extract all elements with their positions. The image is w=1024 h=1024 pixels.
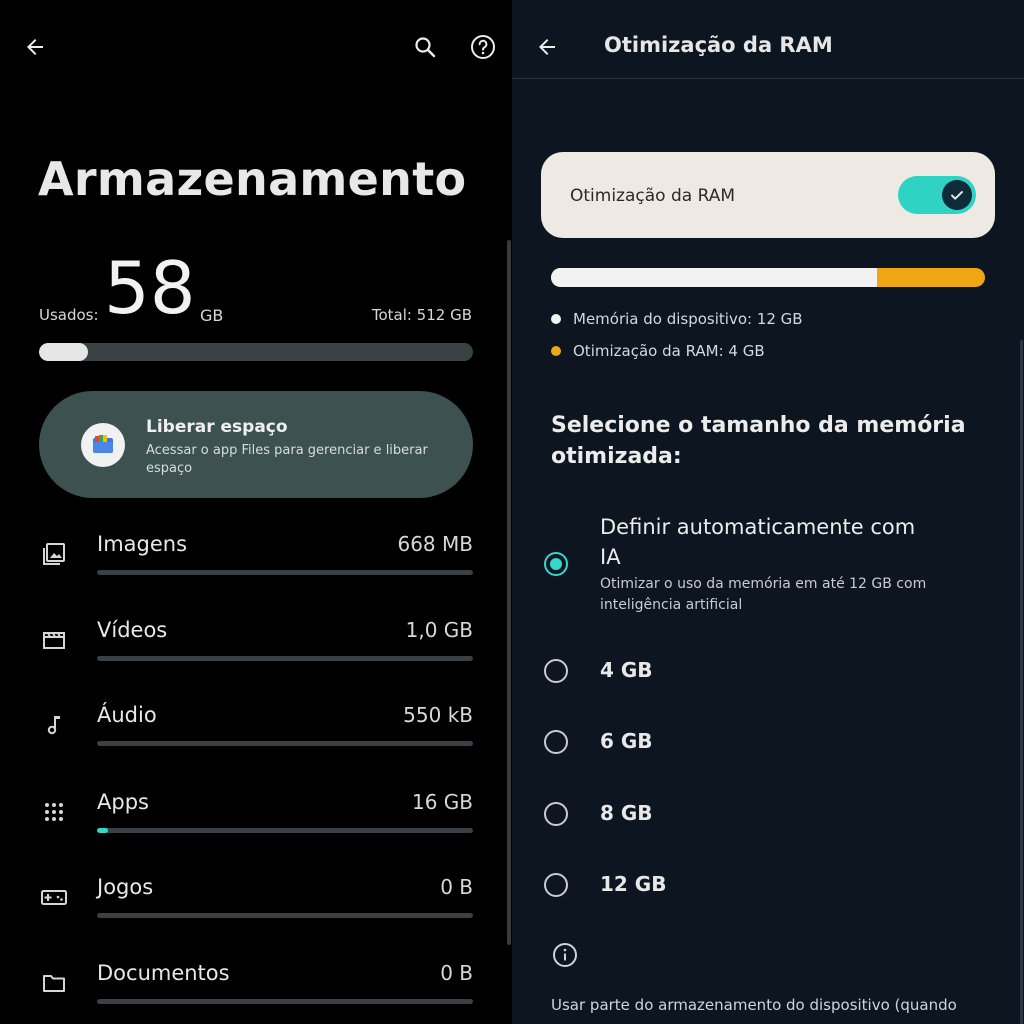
legend-label: Otimização da RAM: 4 GB <box>573 342 765 360</box>
category-size: 550 kB <box>403 703 473 727</box>
page-title: Armazenamento <box>38 152 467 206</box>
category-usage-bar <box>97 828 473 833</box>
used-value: 58 <box>104 246 196 330</box>
category-size: 16 GB <box>411 790 473 814</box>
gamepad-icon <box>40 883 68 911</box>
check-icon <box>951 191 963 200</box>
option-size[interactable]: 12 GB <box>512 870 1024 906</box>
storage-category-row[interactable]: Imagens 668 MB <box>0 530 512 590</box>
category-usage-bar <box>97 570 473 575</box>
legend-ram-optimization: Otimização da RAM: 4 GB <box>551 342 765 360</box>
scrollbar[interactable] <box>507 240 511 945</box>
option-size[interactable]: 8 GB <box>512 799 1024 835</box>
radio-auto-ai[interactable] <box>544 552 568 576</box>
storage-category-row[interactable]: Apps 16 GB <box>0 788 512 848</box>
legend-label: Memória do dispositivo: 12 GB <box>573 310 803 328</box>
free-space-subtitle: Acessar o app Files para gerenciar e lib… <box>146 443 428 476</box>
image-icon <box>40 540 68 568</box>
storage-category-row[interactable]: Vídeos 1,0 GB <box>0 616 512 676</box>
category-size: 1,0 GB <box>405 618 473 642</box>
arrow-left-icon <box>27 39 43 55</box>
category-size: 0 B <box>440 875 473 899</box>
legend-dot <box>551 346 561 356</box>
ram-toggle-label: Otimização da RAM <box>570 186 735 206</box>
category-usage-bar <box>97 741 473 746</box>
storage-category-row[interactable]: Documentos 0 B <box>0 959 512 1019</box>
ram-page-title: Otimização da RAM <box>604 33 833 57</box>
category-name: Apps <box>97 790 149 814</box>
category-name: Áudio <box>97 703 157 727</box>
help-icon <box>471 35 495 59</box>
total-label: Total: 512 GB <box>371 306 472 324</box>
arrow-left-icon <box>539 39 555 55</box>
ram-scrollbar[interactable] <box>1020 340 1023 1024</box>
option-size-label: 4 GB <box>600 658 653 682</box>
folder-icon <box>40 969 68 997</box>
header-divider <box>512 78 1024 79</box>
category-usage-bar <box>97 913 473 918</box>
ram-back-button[interactable] <box>530 30 564 64</box>
help-button[interactable] <box>466 30 500 64</box>
radio-size[interactable] <box>544 802 568 826</box>
option-auto-ai[interactable]: Definir automaticamente com IA Otimizar … <box>512 512 1024 622</box>
option-size-label: 12 GB <box>600 872 667 896</box>
radio-size[interactable] <box>544 873 568 897</box>
category-usage-fill <box>97 828 109 833</box>
legend-device-memory: Memória do dispositivo: 12 GB <box>551 310 803 328</box>
storage-category-row[interactable]: Jogos 0 B <box>0 873 512 933</box>
radio-size[interactable] <box>544 659 568 683</box>
option-auto-title: Definir automaticamente com IA <box>600 515 916 569</box>
storage-category-row[interactable]: Áudio 550 kB <box>0 701 512 761</box>
info-icon <box>552 942 578 968</box>
option-size[interactable]: 4 GB <box>512 656 1024 692</box>
storage-usage-bar <box>39 343 473 361</box>
category-name: Imagens <box>97 532 188 556</box>
category-name: Vídeos <box>97 618 168 642</box>
ram-toggle-card[interactable]: Otimização da RAM <box>541 152 995 238</box>
category-size: 0 B <box>440 961 473 985</box>
ram-optimization-screen: Otimização da RAM Otimização da RAM Memó… <box>512 0 1024 1024</box>
toggle-knob <box>942 180 972 210</box>
back-button[interactable] <box>18 30 52 64</box>
music-note-icon <box>40 711 68 739</box>
ram-usage-bar <box>551 268 985 287</box>
option-auto-subtitle: Otimizar o uso da memória em até 12 GB c… <box>600 576 927 613</box>
radio-size[interactable] <box>544 730 568 754</box>
category-usage-bar <box>97 999 473 1004</box>
category-name: Documentos <box>97 961 230 985</box>
ram-toggle-switch[interactable] <box>898 176 976 214</box>
files-app-icon <box>81 423 125 467</box>
storage-screen: Armazenamento Usados: 58 GB Total: 512 G… <box>0 0 512 1024</box>
used-unit: GB <box>200 306 224 325</box>
device-memory-fill <box>551 268 877 287</box>
video-icon <box>40 626 68 654</box>
option-size-label: 6 GB <box>600 729 653 753</box>
option-size-label: 8 GB <box>600 801 653 825</box>
free-space-card[interactable]: Liberar espaço Acessar o app Files para … <box>39 391 473 498</box>
used-label: Usados: <box>39 306 99 324</box>
option-size[interactable]: 6 GB <box>512 727 1024 763</box>
search-button[interactable] <box>408 30 442 64</box>
category-usage-bar <box>97 656 473 661</box>
category-name: Jogos <box>97 875 154 899</box>
legend-dot <box>551 314 561 324</box>
apps-grid-icon <box>40 798 68 826</box>
storage-usage-fill <box>39 343 89 361</box>
info-text: Usar parte do armazenamento do dispositi… <box>551 996 957 1014</box>
memory-size-heading: Selecione o tamanho da memória otimizada… <box>551 413 966 469</box>
search-icon <box>415 37 436 58</box>
category-size: 668 MB <box>397 532 473 556</box>
free-space-title: Liberar espaço <box>146 417 288 437</box>
